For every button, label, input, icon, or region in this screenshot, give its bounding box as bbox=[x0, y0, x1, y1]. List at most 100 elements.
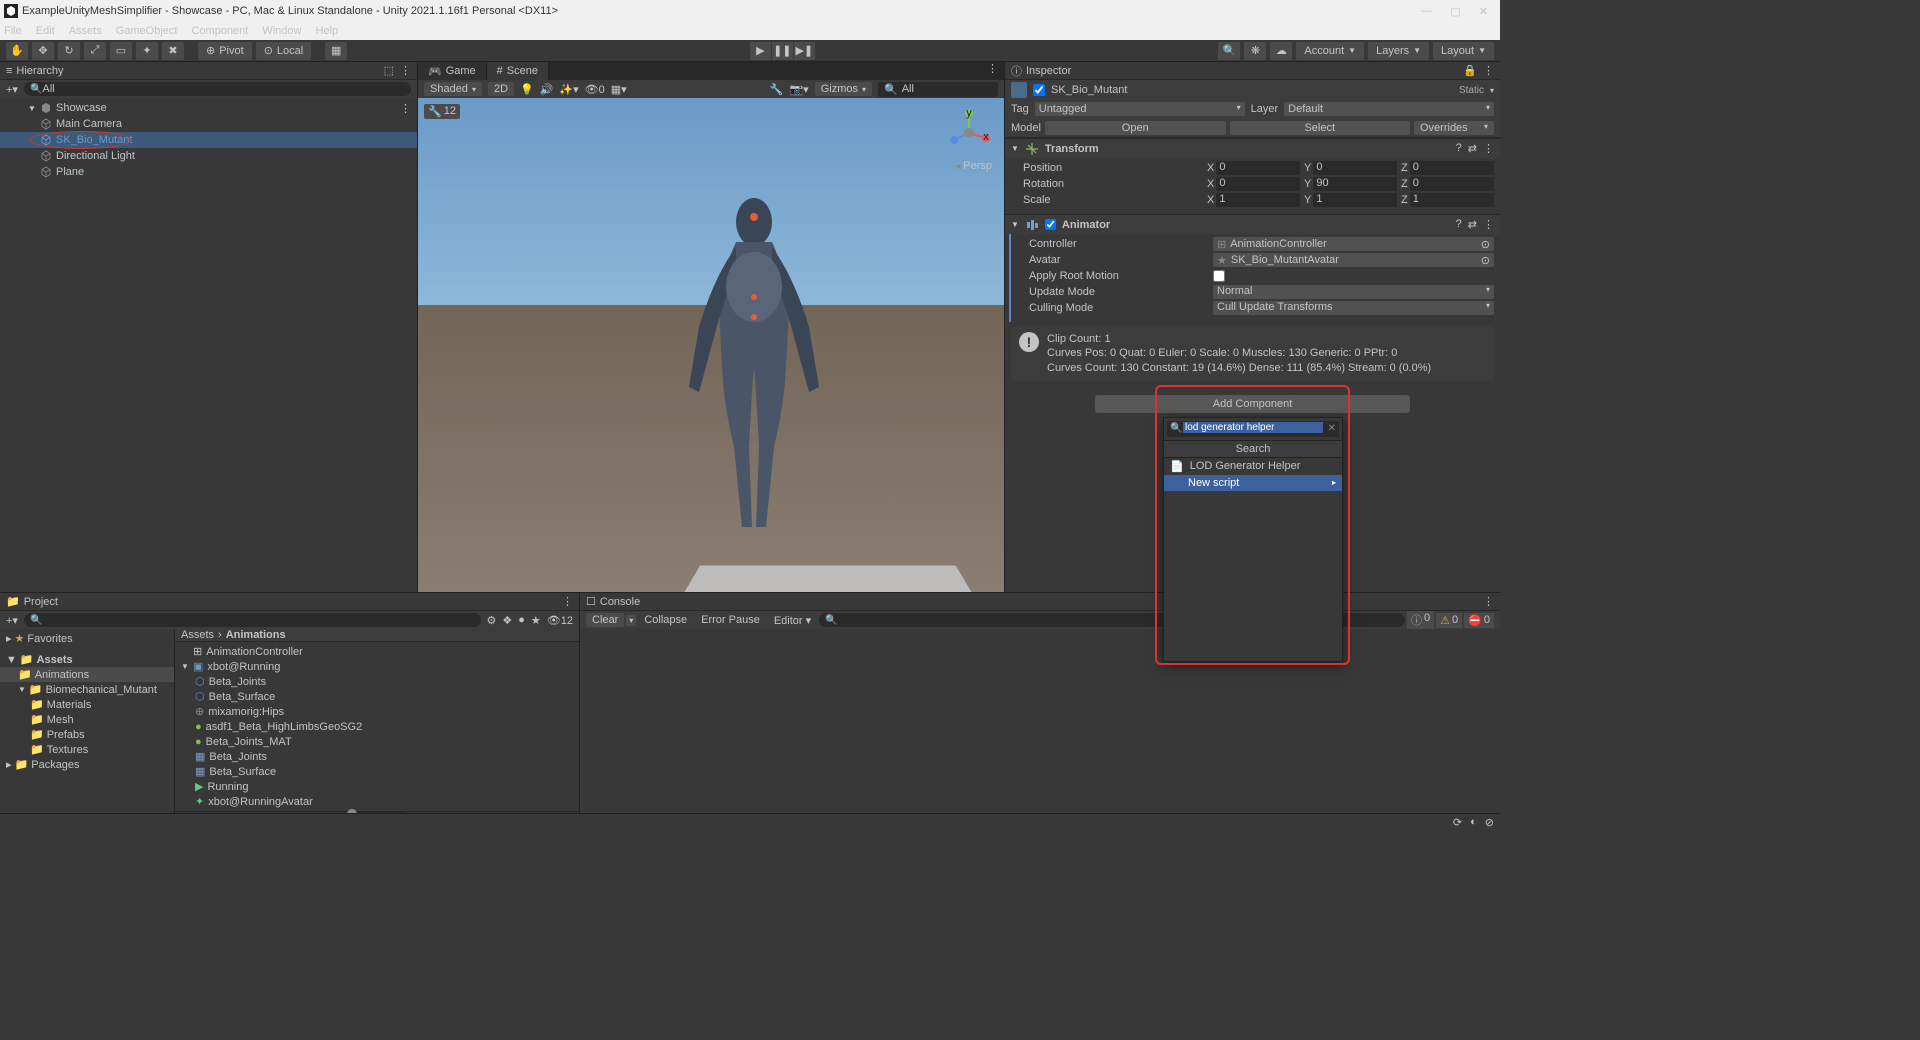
asset-item[interactable]: ⬡Beta_Joints bbox=[175, 674, 579, 689]
filter-icon[interactable]: ★ bbox=[531, 614, 541, 627]
lighting-icon[interactable]: 💡 bbox=[520, 83, 534, 96]
scl-z-field[interactable]: 1 bbox=[1410, 193, 1494, 207]
thumbnail-size-slider[interactable] bbox=[175, 811, 579, 813]
preset-icon[interactable]: ⇄ bbox=[1468, 142, 1477, 155]
inspector-menu-icon[interactable]: ⋮ bbox=[1483, 64, 1494, 77]
help-icon[interactable]: ? bbox=[1456, 142, 1462, 155]
menu-window[interactable]: Window bbox=[262, 25, 301, 37]
rotate-tool-button[interactable]: ↻ bbox=[58, 42, 80, 60]
menu-component[interactable]: Component bbox=[191, 25, 248, 37]
animator-header[interactable]: ▼ Animator ?⇄⋮ bbox=[1005, 214, 1500, 234]
asset-item[interactable]: ▼▣xbot@Running bbox=[175, 659, 579, 674]
custom-tool-button[interactable]: ✖ bbox=[162, 42, 184, 60]
hand-tool-button[interactable]: ✋ bbox=[6, 42, 28, 60]
menu-assets[interactable]: Assets bbox=[69, 25, 102, 37]
update-mode-dropdown[interactable]: Normal▾ bbox=[1213, 285, 1494, 299]
hierarchy-item-camera[interactable]: Main Camera bbox=[0, 116, 417, 132]
scene-menu-icon[interactable]: ⋮ bbox=[981, 62, 1004, 80]
tag-dropdown[interactable]: Untagged▾ bbox=[1035, 102, 1245, 116]
audio-icon[interactable]: 🔊 bbox=[540, 83, 554, 96]
model-open-button[interactable]: Open bbox=[1045, 121, 1226, 135]
2d-toggle[interactable]: 2D bbox=[488, 82, 514, 96]
assets-row[interactable]: ▼📁Assets bbox=[0, 652, 174, 667]
rot-x-field[interactable]: 0 bbox=[1216, 177, 1300, 191]
scene-menu-icon[interactable]: ⋮ bbox=[400, 102, 417, 115]
scene-tool-dropdown[interactable]: 🔧12 bbox=[424, 104, 460, 119]
rect-tool-button[interactable]: ▭ bbox=[110, 42, 132, 60]
asset-item[interactable]: ✦xbot@RunningAvatar bbox=[175, 794, 579, 809]
tab-scene[interactable]: #Scene bbox=[487, 62, 549, 80]
model-select-button[interactable]: Select bbox=[1230, 121, 1411, 135]
close-button[interactable]: ✕ bbox=[1479, 5, 1488, 18]
inspector-lock-icon[interactable]: 🔒 bbox=[1463, 64, 1477, 77]
rot-z-field[interactable]: 0 bbox=[1410, 177, 1494, 191]
step-button[interactable]: ▶❚ bbox=[794, 42, 816, 60]
project-search[interactable]: 🔍 bbox=[24, 613, 481, 627]
pos-y-field[interactable]: 0 bbox=[1313, 161, 1397, 175]
search-button[interactable]: 🔍 bbox=[1218, 42, 1240, 60]
folder-prefabs[interactable]: 📁Prefabs bbox=[0, 727, 174, 742]
active-checkbox[interactable] bbox=[1033, 84, 1045, 96]
info-count[interactable]: ⓘ0 bbox=[1407, 611, 1434, 629]
move-tool-button[interactable]: ✥ bbox=[32, 42, 54, 60]
popup-item-lod-helper[interactable]: 📄 LOD Generator Helper bbox=[1164, 458, 1342, 475]
tab-game[interactable]: 🎮Game bbox=[418, 62, 487, 80]
hidden-icon[interactable]: 👁0 bbox=[585, 83, 605, 96]
scl-x-field[interactable]: 1 bbox=[1216, 193, 1300, 207]
pause-button[interactable]: ❚❚ bbox=[772, 42, 794, 60]
orientation-gizmo[interactable]: y x bbox=[944, 108, 994, 158]
hierarchy-item-mutant[interactable]: SK_Bio_Mutant bbox=[0, 132, 417, 148]
asset-item[interactable]: ●Beta_Joints_MAT bbox=[175, 734, 579, 749]
local-toggle[interactable]: ⊙Local bbox=[256, 42, 312, 60]
asset-item[interactable]: ●asdf1_Beta_HighLimbsGeoSG2 bbox=[175, 719, 579, 734]
persp-label[interactable]: ◂ Persp bbox=[955, 160, 992, 172]
shading-dropdown[interactable]: Shaded▾ bbox=[424, 82, 482, 96]
rot-y-field[interactable]: 90 bbox=[1313, 177, 1397, 191]
hierarchy-menu-icon[interactable]: ⋮ bbox=[400, 64, 411, 77]
scl-y-field[interactable]: 1 bbox=[1313, 193, 1397, 207]
popup-item-new-script[interactable]: New script ▸ bbox=[1164, 475, 1342, 491]
hierarchy-maximize-icon[interactable]: ⬚ bbox=[384, 64, 394, 77]
crumb-assets[interactable]: Assets bbox=[181, 629, 214, 641]
avatar-field[interactable]: ★SK_Bio_MutantAvatar⊙ bbox=[1213, 253, 1494, 267]
cloud-button[interactable]: ☁ bbox=[1270, 42, 1292, 60]
layer-dropdown[interactable]: Default▾ bbox=[1284, 102, 1494, 116]
culling-mode-dropdown[interactable]: Cull Update Transforms▾ bbox=[1213, 301, 1494, 315]
clear-search-icon[interactable]: ✕ bbox=[1328, 423, 1336, 434]
transform-header[interactable]: ▼ Transform ?⇄⋮ bbox=[1005, 138, 1500, 158]
animator-enabled-checkbox[interactable] bbox=[1045, 219, 1056, 230]
hidden-count[interactable]: 👁12 bbox=[547, 614, 573, 627]
transform-tool-button[interactable]: ✦ bbox=[136, 42, 158, 60]
play-button[interactable]: ▶ bbox=[750, 42, 772, 60]
minimize-button[interactable]: — bbox=[1421, 5, 1432, 18]
help-icon[interactable]: ? bbox=[1456, 218, 1462, 231]
folder-materials[interactable]: 📁Materials bbox=[0, 697, 174, 712]
warn-count[interactable]: ⚠0 bbox=[1436, 613, 1462, 628]
error-count[interactable]: ⛔0 bbox=[1464, 613, 1494, 628]
menu-gameobject[interactable]: GameObject bbox=[116, 25, 178, 37]
scene-search[interactable]: 🔍 All bbox=[878, 82, 998, 97]
scene-viewport[interactable]: y x ◂ Persp 🔧12 bbox=[418, 98, 1004, 592]
asset-item[interactable]: ⊞AnimationController bbox=[175, 644, 579, 659]
layout-dropdown[interactable]: Layout▼ bbox=[1433, 42, 1494, 60]
static-dropdown[interactable]: ▾ bbox=[1490, 86, 1494, 95]
menu-edit[interactable]: Edit bbox=[36, 25, 55, 37]
asset-item[interactable]: ⬡Beta_Surface bbox=[175, 689, 579, 704]
tools-icon[interactable]: 🔧 bbox=[770, 83, 784, 96]
favorites-row[interactable]: ▸★Favorites bbox=[0, 631, 174, 646]
clear-button[interactable]: Clear bbox=[586, 613, 624, 627]
gizmos-dropdown[interactable]: Gizmos▾ bbox=[815, 82, 872, 96]
hierarchy-search[interactable]: 🔍 All bbox=[24, 82, 411, 96]
pos-x-field[interactable]: 0 bbox=[1216, 161, 1300, 175]
grid-icon[interactable]: ▦▾ bbox=[611, 83, 627, 96]
camera-icon[interactable]: 📷▾ bbox=[789, 83, 808, 96]
hierarchy-item-light[interactable]: Directional Light bbox=[0, 148, 417, 164]
account-dropdown[interactable]: Account▼ bbox=[1296, 42, 1364, 60]
layers-dropdown[interactable]: Layers▼ bbox=[1368, 42, 1429, 60]
gameobject-icon[interactable] bbox=[1011, 82, 1027, 98]
filter-icon[interactable]: ● bbox=[518, 614, 525, 626]
hierarchy-item-plane[interactable]: Plane bbox=[0, 164, 417, 180]
asset-item[interactable]: ▦Beta_Joints bbox=[175, 749, 579, 764]
collapse-toggle[interactable]: Collapse bbox=[638, 613, 693, 627]
fx-icon[interactable]: ✨▾ bbox=[559, 83, 578, 96]
